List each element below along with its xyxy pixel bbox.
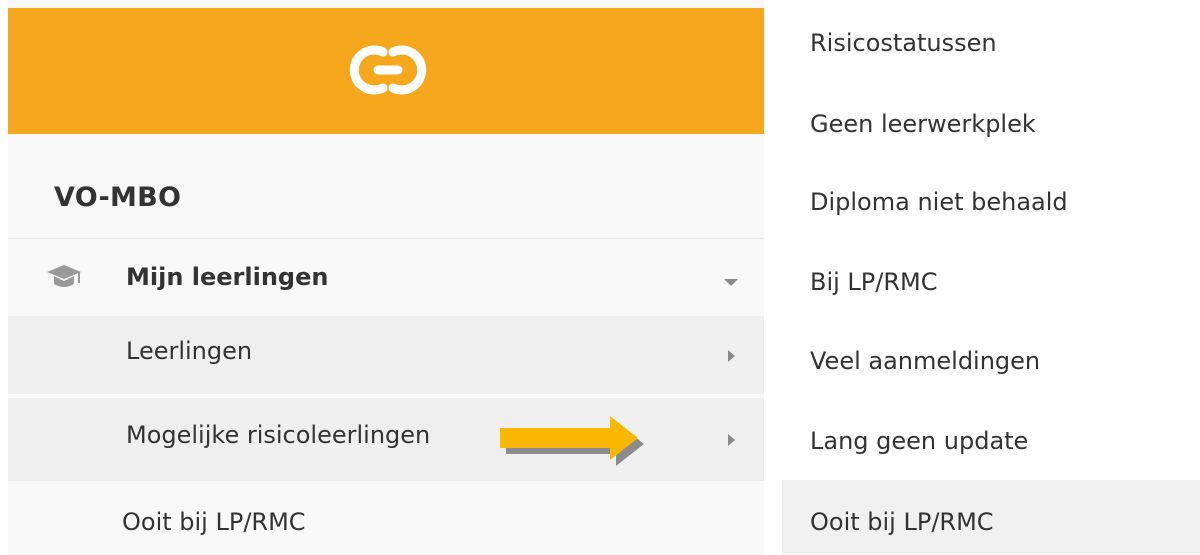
sidebar: VO-MBO Mijn leerlingen Leerlingen Mogeli… [8, 0, 764, 555]
submenu-item-diploma-niet-behaald[interactable]: Diploma niet behaald [776, 161, 1200, 240]
brand-header [8, 8, 764, 134]
sidebar-item-label: Mijn leerlingen [126, 263, 329, 291]
submenu-item-risicostatussen[interactable]: Risicostatussen [776, 0, 1200, 79]
submenu-item-label: Ooit bij LP/RMC [810, 508, 994, 536]
sidebar-item-mijn-leerlingen[interactable]: Mijn leerlingen [8, 238, 764, 317]
risico-submenu: Risicostatussen Geen leerwerkplek Diplom… [776, 0, 1200, 554]
section-title: VO-MBO [54, 182, 182, 213]
arrow-right-icon [500, 416, 644, 466]
graduation-cap-icon [47, 265, 81, 287]
sidebar-item-label: Mogelijke risicoleerlingen [126, 421, 431, 449]
chevron-right-icon [728, 350, 735, 362]
submenu-item-label: Diploma niet behaald [810, 188, 1068, 216]
submenu-item-label: Geen leerwerkplek [810, 110, 1036, 138]
submenu-item-label: Bij LP/RMC [810, 268, 938, 296]
submenu-item-label: Lang geen update [810, 427, 1029, 455]
submenu-item-geen-leerwerkplek[interactable]: Geen leerwerkplek [776, 82, 1200, 161]
submenu-item-label: Risicostatussen [810, 29, 997, 57]
sidebar-item-leerlingen[interactable]: Leerlingen [8, 316, 764, 394]
sidebar-item-label: Leerlingen [126, 337, 253, 365]
submenu-item-label: Veel aanmeldingen [810, 347, 1041, 375]
submenu-item-lang-geen-update[interactable]: Lang geen update [776, 400, 1200, 479]
submenu-item-bij-lp-rmc[interactable]: Bij LP/RMC [776, 240, 1200, 319]
chevron-down-icon [724, 279, 738, 286]
chevron-right-icon [728, 434, 735, 446]
sidebar-item-label: Ooit bij LP/RMC [122, 508, 306, 536]
submenu-item-ooit-bij-lp-rmc[interactable]: Ooit bij LP/RMC [782, 480, 1200, 554]
brand-logo-icon[interactable] [343, 30, 433, 110]
sidebar-item-ooit-bij-lp-rmc[interactable]: Ooit bij LP/RMC [8, 480, 764, 555]
submenu-item-veel-aanmeldingen[interactable]: Veel aanmeldingen [776, 319, 1200, 398]
